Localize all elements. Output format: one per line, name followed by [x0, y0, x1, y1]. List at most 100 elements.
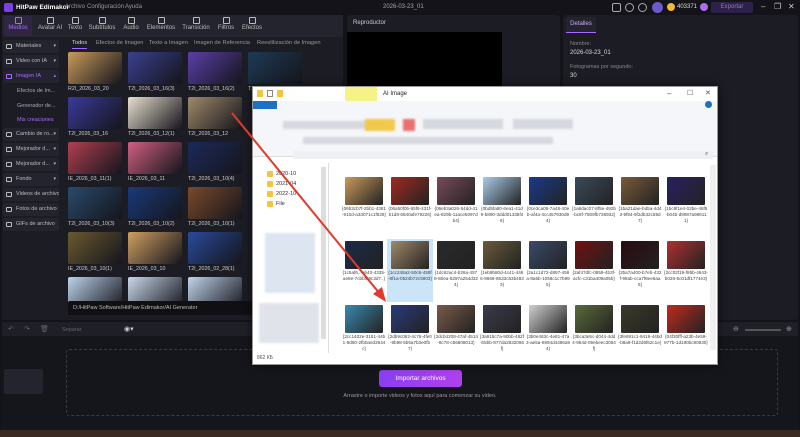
media-thumbnail[interactable]: [128, 142, 182, 174]
media-thumbnail[interactable]: [188, 97, 242, 129]
subtab-efectos-de-imagen[interactable]: Efectos de Imagen: [96, 40, 143, 46]
zoom-out-icon[interactable]: ⊖: [733, 325, 739, 333]
sidebar-item-video-con-ia[interactable]: Video con IA ▾: [3, 55, 59, 68]
redo-icon[interactable]: ↷: [24, 325, 30, 333]
folder-item[interactable]: 2020-10: [267, 171, 296, 177]
zoom-slider[interactable]: [745, 329, 781, 331]
file-item[interactable]: {06b3cb7f-2bb1-4381-910d-a33071c1f828}: [341, 175, 387, 238]
tab-efectos[interactable]: Efectos: [238, 16, 266, 36]
close-icon[interactable]: ✕: [788, 2, 795, 11]
menu-configuracion[interactable]: Configuración: [87, 4, 124, 10]
file-item[interactable]: {1a6dac07-8f5e-492b-bc8f-7509fb735932}: [571, 175, 617, 238]
tab-medios[interactable]: Medios: [4, 16, 32, 36]
media-thumbnail[interactable]: [188, 142, 242, 174]
media-thumbnail[interactable]: [68, 187, 122, 219]
vip-icon[interactable]: [700, 3, 708, 11]
download-icon[interactable]: [638, 3, 647, 12]
new-folder-icon[interactable]: [277, 90, 283, 97]
media-thumbnail[interactable]: [128, 52, 182, 84]
import-files-button[interactable]: Importar archivos: [379, 370, 462, 387]
split-button[interactable]: Separar: [62, 327, 82, 333]
media-thumbnail[interactable]: [68, 52, 122, 84]
media-thumbnail[interactable]: [68, 142, 122, 174]
undo-icon[interactable]: ↶: [8, 325, 14, 333]
subtab-texto-a-imagen[interactable]: Texto a Imagen: [149, 40, 188, 46]
file-item[interactable]: {0ce3ca05-7a48-40eb-af4a-4cc457930d94}: [525, 175, 571, 238]
file-item[interactable]: {3fe691c1-9419-44bd-b8a9-f1d2d6f62c1e}: [617, 303, 663, 366]
file-item[interactable]: {2cc02f19-f85b-4643-b026-5c01df1774e3}: [663, 239, 709, 302]
speed-icon[interactable]: ◉▾: [124, 325, 134, 333]
delete-icon[interactable]: 🗑: [40, 325, 49, 333]
tab-elementos[interactable]: Elementos: [144, 16, 178, 36]
file-item[interactable]: {1c5af6..-ab40-4335-ae8e-7cbbf59c3d7..}: [341, 239, 387, 302]
media-thumbnail[interactable]: [188, 52, 242, 84]
nav-scrollbar[interactable]: [321, 167, 326, 339]
file-item[interactable]: {2af47dfc-0859-4b3f-acfc-c31ba409a05b}: [571, 239, 617, 302]
file-item[interactable]: {2a1c1d72-d897-456a-8a6b-1058c1c7b995}: [525, 239, 571, 302]
sidebar-item-imagen-ia[interactable]: Imagen IA ▴: [3, 70, 59, 83]
subtab-reestilizaci-n-de-imagen[interactable]: Reestilización de Imagen: [257, 40, 321, 46]
avatar[interactable]: [652, 2, 663, 13]
help-icon[interactable]: [705, 101, 712, 108]
media-thumbnail[interactable]: [68, 97, 122, 129]
properties-icon[interactable]: [267, 90, 273, 97]
sidebar-item-fondo[interactable]: Fondo ▾: [3, 173, 59, 186]
track-controls[interactable]: [4, 369, 43, 394]
sidebar-item-mejorador-d-[interactable]: Mejorador d... ▾: [3, 143, 59, 156]
sidebar-item-gifs-de-archivo[interactable]: GIFs de archivo: [3, 218, 59, 231]
sidebar-item-videos-de-archivo[interactable]: Videos de archivo: [3, 188, 59, 201]
file-item[interactable]: {1bc8f1e4-02be-46f5-b04b-d9987a989111}: [663, 175, 709, 238]
file-item[interactable]: {2dcb4208-47af-4514-8c78-c56808013}: [433, 303, 479, 366]
zoom-in-icon[interactable]: ⊕: [786, 325, 792, 333]
tab-filtros[interactable]: Filtros: [214, 16, 238, 36]
media-thumbnail[interactable]: [128, 97, 182, 129]
file-item[interactable]: {06a50f0b-65f8-431f-b1d8-6840afe79226}: [387, 175, 433, 238]
sidebar-item-fotos-de-archivo[interactable]: Fotos de archivo: [3, 203, 59, 216]
sidebar-item-mejorador-d-[interactable]: Mejorador d... ▾: [3, 158, 59, 171]
file-item[interactable]: {0bd5fa80-6ea1-41d9-b890-3ddd01338f46}: [479, 175, 525, 238]
files-scrollbar[interactable]: [710, 165, 716, 350]
file-item[interactable]: {1cc248a2-50c6-459f-8f1a-0524b72c5903}: [387, 239, 433, 302]
media-thumbnail[interactable]: [188, 232, 242, 264]
file-item[interactable]: {2cc1402e-3151-44b1-9d50-2fb0aed2644c}: [341, 303, 387, 366]
tab-subtítulos[interactable]: Subtítulos: [86, 16, 118, 36]
file-item[interactable]: {3a915c7a-90bb-482f-b5bb-977da2832066f}: [479, 303, 525, 366]
menu-ayuda[interactable]: Ayuda: [125, 4, 142, 10]
export-button[interactable]: Exportar: [711, 2, 753, 13]
restore-icon[interactable]: ❐: [774, 2, 781, 11]
subtab-todos[interactable]: Todos: [72, 40, 88, 49]
media-thumbnail[interactable]: [128, 187, 182, 219]
file-item[interactable]: {04f30fff-a23b-4e59-877b-1d190bc80830}: [663, 303, 709, 366]
sidebar-item-materiales[interactable]: Materiales ▾: [3, 40, 59, 53]
file-item[interactable]: {2db9c062-4c76-4fe0-9b98-5b6a7b3e0fb7}: [387, 303, 433, 366]
sidebar-item-cambio-de-ro-[interactable]: Cambio de ro... ▾: [3, 128, 59, 141]
folder-item[interactable]: 2022-10: [267, 191, 296, 197]
media-thumbnail[interactable]: [68, 232, 122, 264]
search-icon[interactable]: ⌕: [705, 151, 708, 158]
menu-archivo[interactable]: Archivo: [65, 4, 85, 10]
folder-item[interactable]: File: [267, 201, 285, 207]
media-thumbnail[interactable]: [188, 187, 242, 219]
sidebar-item-generador-de-[interactable]: Generador de...: [3, 100, 59, 113]
tab-avatar-ai[interactable]: Avatar AI: [36, 16, 64, 36]
folder-item[interactable]: 2021-04: [267, 181, 296, 187]
file-item[interactable]: {2ba7a400-b7eb-432f-99ab-cca7f8ee6aa6}: [617, 239, 663, 302]
tab-detalles[interactable]: Detalles: [566, 17, 596, 33]
file-item[interactable]: {1ba21dae-bd5a-4d43-9f84-9f2db32c59d7}: [617, 175, 663, 238]
tutorial-icon[interactable]: [612, 3, 621, 12]
feedback-icon[interactable]: [625, 3, 634, 12]
subtab-imagen-de-referencia[interactable]: Imagen de Referencia: [194, 40, 250, 46]
sidebar-item-efectos-de-im-[interactable]: Efectos de Im...: [3, 85, 59, 98]
explorer-close-icon[interactable]: ✕: [705, 89, 711, 97]
tab-texto[interactable]: Texto: [64, 16, 86, 36]
tab-transición[interactable]: Transición: [178, 16, 214, 36]
tab-audio[interactable]: Audio: [118, 16, 144, 36]
address-bar[interactable]: [293, 151, 713, 159]
explorer-maximize-icon[interactable]: ☐: [687, 89, 693, 97]
media-thumbnail[interactable]: [128, 232, 182, 264]
file-item[interactable]: {3b0e463c-4e81-47a3-ae5a-6994d4486a94}: [525, 303, 571, 366]
explorer-minimize-icon[interactable]: –: [667, 89, 671, 98]
sidebar-item-mis-creaciones[interactable]: Mis creaciones: [3, 114, 59, 127]
file-item[interactable]: {06eb3a026-54dd-41ea-829b-11ace5097db4}: [433, 175, 479, 238]
file-tab[interactable]: [253, 101, 277, 109]
